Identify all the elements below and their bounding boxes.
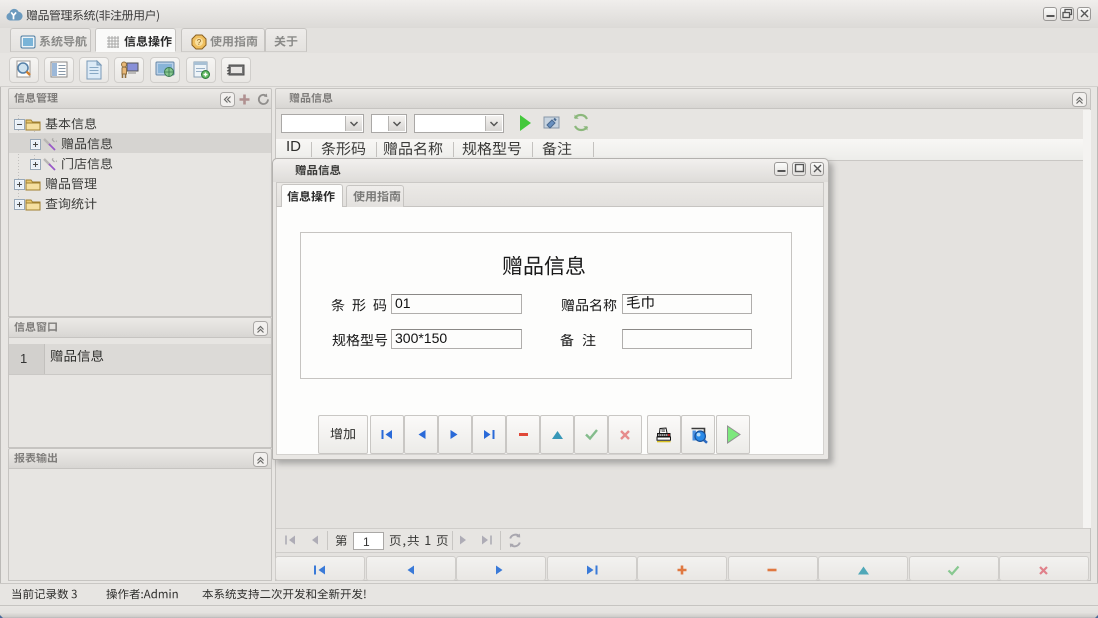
svg-text:?: ? xyxy=(197,38,202,47)
